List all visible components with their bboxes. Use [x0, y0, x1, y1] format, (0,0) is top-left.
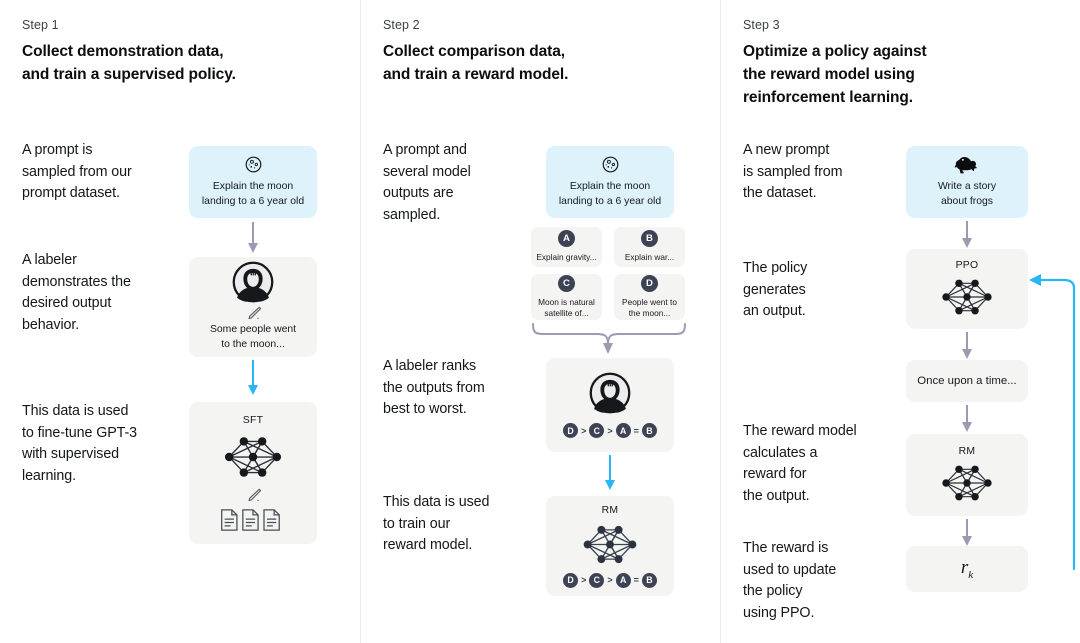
step-1-arrow-1	[246, 222, 260, 254]
option-card-d[interactable]: D People went to the moon...	[614, 274, 685, 320]
step-3-arrow-1	[960, 221, 974, 249]
pencil-icon	[245, 488, 262, 502]
step-2-arrow-blue	[603, 455, 617, 491]
step-3-paragraph-4: The reward is used to update the policy …	[743, 540, 837, 622]
step-3-column: Step 3 Optimize a policy against the rew…	[720, 0, 1080, 643]
documents-icon	[220, 508, 286, 532]
step-2-ranking-row: D > C > A = B	[563, 423, 657, 438]
labeler-icon	[589, 372, 631, 414]
rank-badge-2: C	[589, 423, 605, 438]
step-2-title: Collect comparison data, and train a rew…	[383, 43, 569, 83]
step-1-demo-text: Some people went to the moon...	[209, 324, 297, 350]
step-1-sft-card[interactable]: SFT	[189, 402, 317, 544]
neural-network-icon	[220, 432, 286, 482]
neural-network-icon	[579, 521, 641, 568]
step-3-arrow-3	[960, 405, 974, 433]
step-3-ppo-card[interactable]: PPO	[906, 249, 1028, 329]
rank-badge-3: A	[615, 423, 631, 438]
option-card-a[interactable]: A Explain gravity...	[531, 227, 602, 267]
option-text-c: Moon is natural satellite of...	[538, 296, 595, 318]
step-2-column: Step 2 Collect comparison data, and trai…	[360, 0, 720, 643]
rm-label: RM	[601, 504, 619, 516]
step-1-prompt-card[interactable]: Explain the moon landing to a 6 year old	[189, 146, 317, 218]
option-badge-d: D	[641, 274, 658, 292]
step-2-prompt-text: Explain the moon landing to a 6 year old	[558, 180, 662, 207]
step-2-rm-ranking-row: D > C > A = B	[563, 572, 657, 588]
step-2-paragraph-3: This data is used to train our reward mo…	[383, 494, 490, 554]
step-1-paragraph-3: This data is used to fine-tune GPT-3 wit…	[22, 403, 138, 485]
step-3-arrow-4	[960, 519, 974, 547]
step-3-reward-card[interactable]: rk	[906, 546, 1028, 592]
rank-operator-3: =	[633, 425, 639, 436]
step-1-labeler-card[interactable]: Some people went to the moon...	[189, 257, 317, 357]
step-3-title: Optimize a policy against the reward mod…	[743, 43, 927, 106]
rm-label: RM	[958, 445, 976, 457]
moon-icon	[244, 155, 263, 174]
option-badge-c: C	[558, 274, 575, 292]
step-3-paragraph-2: The policy generates an output.	[743, 260, 808, 320]
step-2-brace-connector	[529, 322, 689, 356]
rank-badge-4: B	[641, 423, 657, 438]
reward-formula: rk	[960, 557, 974, 581]
step-3-feedback-loop	[1026, 272, 1080, 572]
step-1-label: Step 1	[22, 18, 59, 32]
step-2-paragraph-2: A labeler ranks the outputs from best to…	[383, 358, 485, 418]
step-2-prompt-card[interactable]: Explain the moon landing to a 6 year old	[546, 146, 674, 218]
sft-label: SFT	[242, 414, 264, 426]
step-3-prompt-card[interactable]: Write a story about frogs	[906, 146, 1028, 218]
moon-icon	[601, 155, 620, 174]
rm-rank-operator-3: =	[633, 575, 639, 585]
step-1-title: Collect demonstration data, and train a …	[22, 43, 236, 83]
rank-operator-2: >	[607, 425, 613, 436]
neural-network-icon	[938, 461, 996, 505]
rm-rank-badge-2: C	[589, 572, 605, 588]
labeler-icon	[232, 261, 274, 303]
step-3-paragraph-3: The reward model calculates a reward for…	[743, 423, 857, 505]
rm-rank-badge-3: A	[615, 572, 631, 588]
step-1-arrow-2	[246, 360, 260, 396]
step-3-output-card[interactable]: Once upon a time...	[906, 360, 1028, 402]
step-3-reward-model-card[interactable]: RM	[906, 434, 1028, 516]
rm-rank-badge-4: B	[641, 572, 657, 588]
step-1-prompt-text: Explain the moon landing to a 6 year old	[201, 180, 305, 207]
option-text-d: People went to the moon...	[622, 296, 677, 318]
pencil-icon	[245, 306, 262, 320]
step-3-arrow-2	[960, 332, 974, 360]
option-badge-b: B	[641, 230, 658, 248]
option-card-b[interactable]: B Explain war...	[614, 227, 685, 267]
rlhf-diagram: Step 1 Collect demonstration data, and t…	[0, 0, 1080, 643]
rm-rank-operator-2: >	[607, 575, 613, 585]
step-1-paragraph-2: A labeler demonstrates the desired outpu…	[22, 252, 131, 334]
step-2-label: Step 2	[383, 18, 420, 32]
step-3-output-text: Once upon a time...	[917, 375, 1017, 387]
step-3-label: Step 3	[743, 18, 780, 32]
frog-icon	[954, 155, 980, 174]
rm-rank-operator-1: >	[581, 575, 587, 585]
step-2-labeler-card[interactable]: D > C > A = B	[546, 358, 674, 452]
neural-network-icon	[938, 275, 996, 319]
step-2-paragraph-1: A prompt and several model outputs are s…	[383, 142, 471, 224]
step-2-reward-model-card[interactable]: RM D > C > A = B	[546, 496, 674, 596]
step-1-paragraph-1: A prompt is sampled from our prompt data…	[22, 142, 132, 202]
ppo-label: PPO	[955, 259, 979, 271]
step-1-column: Step 1 Collect demonstration data, and t…	[0, 0, 360, 643]
rm-rank-badge-1: D	[563, 572, 579, 588]
option-text-a: Explain gravity...	[536, 252, 597, 263]
step-3-prompt-text: Write a story about frogs	[937, 180, 997, 207]
option-text-b: Explain war...	[624, 252, 675, 263]
step-3-paragraph-1: A new prompt is sampled from the dataset…	[743, 142, 843, 202]
rank-badge-1: D	[563, 423, 579, 438]
rank-operator-1: >	[581, 425, 587, 436]
option-card-c[interactable]: C Moon is natural satellite of...	[531, 274, 602, 320]
option-badge-a: A	[558, 230, 575, 248]
